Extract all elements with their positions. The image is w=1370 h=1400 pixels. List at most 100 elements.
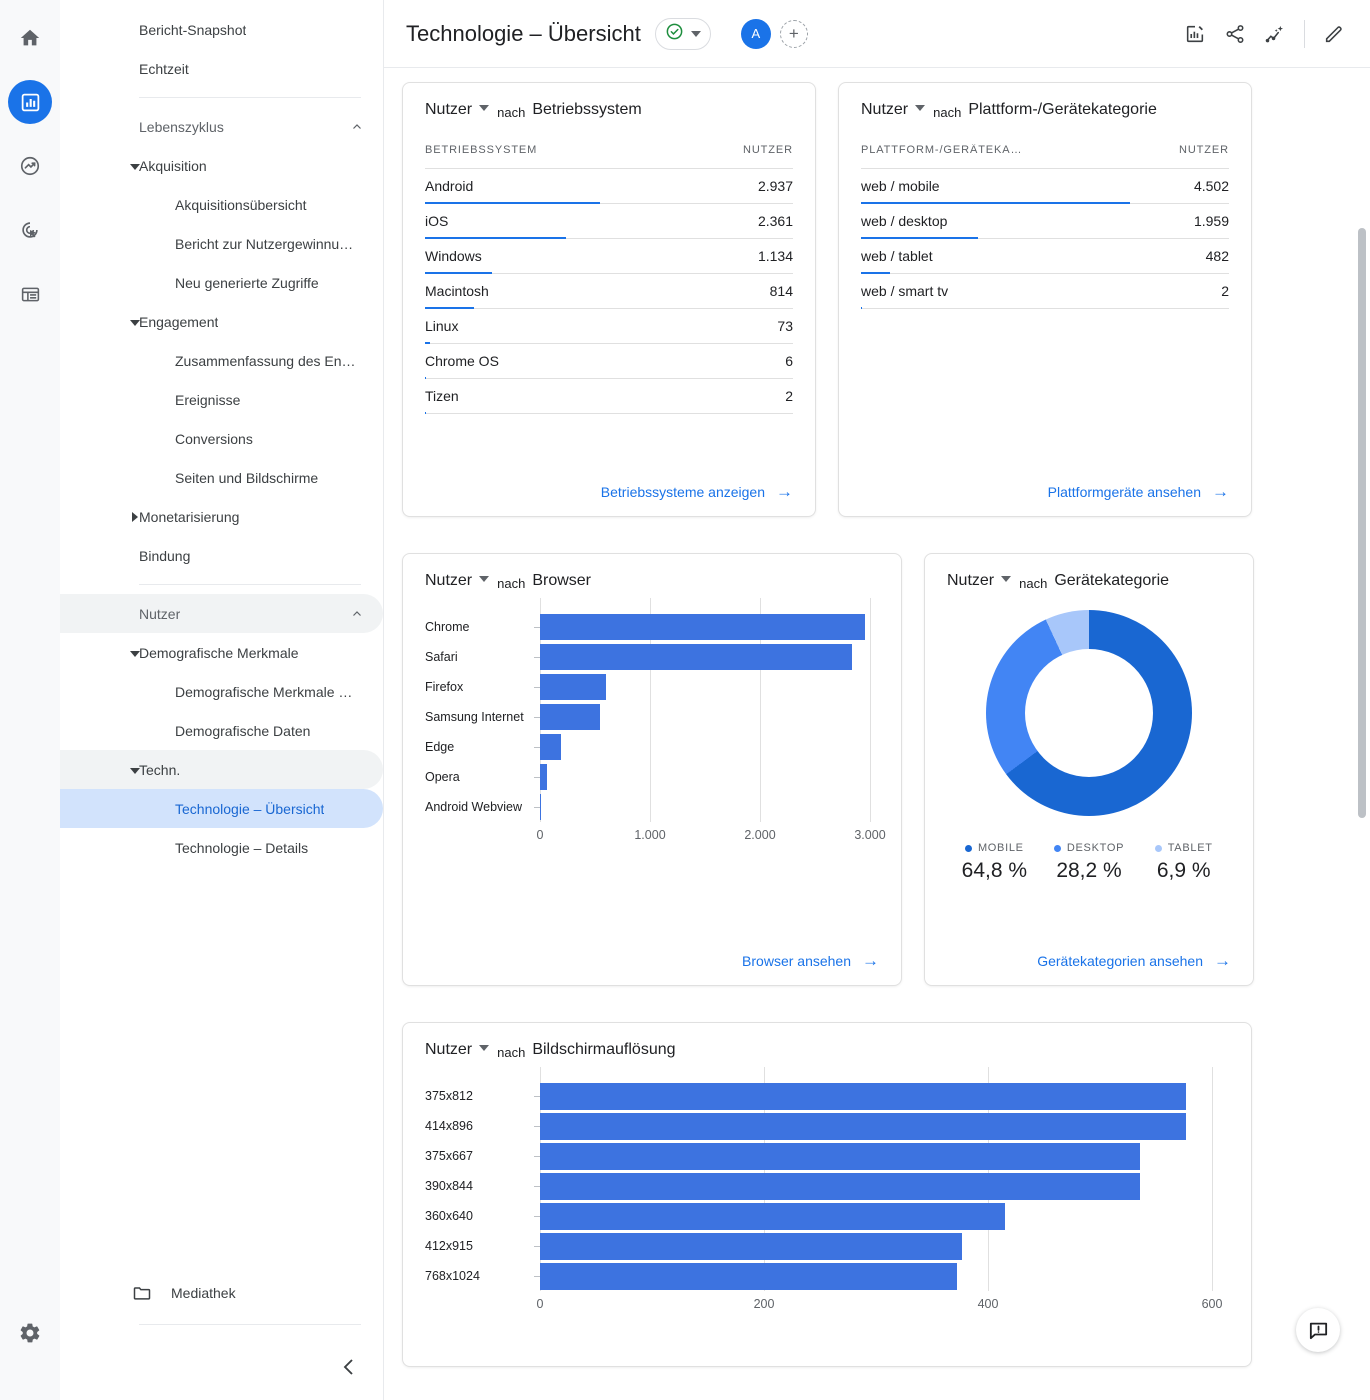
sidebar-item-bericht-snapshot[interactable]: Bericht-Snapshot	[60, 10, 383, 49]
link-label: Plattformgeräte ansehen	[1047, 483, 1201, 500]
sidebar-group-lebenszyklus[interactable]: Lebenszyklus	[60, 107, 383, 146]
gridline	[870, 598, 871, 822]
card-platform-device-category: Nutzer nach Plattform-/Gerätekategorie P…	[838, 82, 1252, 517]
bar-row[interactable]: 768x1024	[425, 1261, 1212, 1291]
bar-row[interactable]: Firefox	[425, 672, 870, 702]
explore-trending-icon[interactable]	[8, 144, 52, 188]
sidebar-item-echtzeit[interactable]: Echtzeit	[60, 49, 383, 88]
bar-category-label: Samsung Internet	[425, 709, 524, 724]
view-browsers-link[interactable]: Browser ansehen →	[742, 952, 879, 969]
feedback-bubble-icon[interactable]	[1296, 1308, 1340, 1352]
cell-value: 73	[777, 318, 793, 334]
cell-value: 2	[1221, 283, 1229, 299]
advertising-target-icon[interactable]	[8, 208, 52, 252]
bar-row[interactable]: 412x915	[425, 1231, 1212, 1261]
legend-item[interactable]: MOBILE 64,8 %	[947, 842, 1042, 883]
bar-row[interactable]: 414x896	[425, 1111, 1212, 1141]
view-platform-devices-link[interactable]: Plattformgeräte ansehen →	[1048, 483, 1229, 500]
nav-items: Bericht-Snapshot Echtzeit Lebenszyklus A…	[60, 0, 383, 867]
sidebar-item-demografische-merkmale[interactable]: Demografische Merkmale	[60, 633, 383, 672]
bar-fill	[540, 1262, 957, 1290]
table-row[interactable]: web / mobile 4.502	[861, 169, 1229, 204]
configure-list-icon[interactable]	[8, 272, 52, 316]
sidebar-item-zusammenfassung-engagement[interactable]: Zusammenfassung des En…	[60, 341, 383, 380]
sidebar-item-conversions[interactable]: Conversions	[60, 419, 383, 458]
table-row[interactable]: web / smart tv 2	[861, 274, 1229, 309]
table-row[interactable]: Macintosh 814	[425, 274, 793, 309]
edit-pencil-icon[interactable]	[1314, 14, 1354, 54]
table-row[interactable]: web / desktop 1.959	[861, 204, 1229, 239]
table-row[interactable]: Chrome OS 6	[425, 344, 793, 379]
table-row[interactable]: iOS 2.361	[425, 204, 793, 239]
avatar[interactable]: A	[740, 18, 771, 49]
bar-row[interactable]: 360x640	[425, 1201, 1212, 1231]
row-bar	[861, 307, 862, 309]
table-row[interactable]: Android 2.937	[425, 169, 793, 204]
dimension-name: Betriebssystem	[532, 101, 642, 118]
bar-row[interactable]: 375x812	[425, 1081, 1212, 1111]
sidebar-item-technologie-uebersicht[interactable]: Technologie – Übersicht	[60, 789, 383, 828]
metric-selector-platform[interactable]: Nutzer	[861, 101, 926, 119]
metric-selector-resolution[interactable]: Nutzer	[425, 1041, 490, 1059]
sidebar-item-neu-generierte-zugriffe[interactable]: Neu generierte Zugriffe	[60, 263, 383, 302]
bar-row[interactable]: 390x844	[425, 1171, 1212, 1201]
sidebar-item-nutzergewinnung[interactable]: Bericht zur Nutzergewinnu…	[60, 224, 383, 263]
sidebar-item-demografische-merkmale-uebersicht[interactable]: Demografische Merkmale …	[60, 672, 383, 711]
add-user-button[interactable]: +	[779, 19, 808, 48]
settings-gear-icon[interactable]	[8, 1311, 52, 1355]
bar-row[interactable]: Android Webview	[425, 792, 870, 822]
sidebar-group-nutzer[interactable]: Nutzer	[60, 594, 383, 633]
bar-category-label: Android Webview	[425, 799, 523, 814]
bar-row[interactable]: Edge	[425, 732, 870, 762]
bar-fill	[540, 1082, 1187, 1110]
insights-edit-icon[interactable]	[1175, 14, 1215, 54]
sidebar-item-technologie-details[interactable]: Technologie – Details	[60, 828, 383, 867]
sidebar-item-seiten-und-bildschirme[interactable]: Seiten und Bildschirme	[60, 458, 383, 497]
table-row[interactable]: web / tablet 482	[861, 239, 1229, 274]
bar-row[interactable]: Opera	[425, 762, 870, 792]
reports-bar-chart-icon[interactable]	[8, 80, 52, 124]
view-operating-systems-link[interactable]: Betriebssysteme anzeigen →	[601, 483, 793, 500]
legend-item[interactable]: DESKTOP 28,2 %	[1042, 842, 1137, 883]
table-row[interactable]: Linux 73	[425, 309, 793, 344]
data-status-chip[interactable]	[654, 17, 711, 50]
sidebar-item-ereignisse[interactable]: Ereignisse	[60, 380, 383, 419]
bar-fill	[540, 1172, 1141, 1200]
bar-category-label: Safari	[425, 649, 458, 664]
sidebar-item-akquisition[interactable]: Akquisition	[60, 146, 383, 185]
sidebar-item-label: Ereignisse	[175, 391, 241, 408]
insights-sparkle-icon[interactable]	[1255, 14, 1295, 54]
bar-row[interactable]: Chrome	[425, 612, 870, 642]
metric-selector-browser[interactable]: Nutzer	[425, 572, 490, 590]
table-row[interactable]: Tizen 2	[425, 379, 793, 414]
sidebar-item-demografische-daten[interactable]: Demografische Daten	[60, 711, 383, 750]
view-device-categories-link[interactable]: Gerätekategorien ansehen →	[1037, 952, 1231, 969]
share-icon[interactable]	[1215, 14, 1255, 54]
bar-row[interactable]: 375x667	[425, 1141, 1212, 1171]
table-row[interactable]: Windows 1.134	[425, 239, 793, 274]
cell-dimension: web / desktop	[861, 213, 948, 229]
sidebar-item-mediathek[interactable]: Mediathek	[60, 1271, 383, 1315]
sidebar-item-techn[interactable]: Techn.	[60, 750, 383, 789]
collapse-chevron-left-icon[interactable]	[337, 1355, 361, 1379]
home-icon[interactable]	[8, 16, 52, 60]
sidebar-group-label: Lebenszyklus	[139, 118, 224, 135]
sidebar-item-engagement[interactable]: Engagement	[60, 302, 383, 341]
sidebar-item-monetarisierung[interactable]: Monetarisierung	[60, 497, 383, 536]
bar-row[interactable]: Safari	[425, 642, 870, 672]
legend-item[interactable]: TABLET 6,9 %	[1136, 842, 1231, 883]
sidebar-item-akquisitionsuebersicht[interactable]: Akquisitionsübersicht	[60, 185, 383, 224]
card-row-2: Nutzer nach Browser Chrome Safari Firefox S…	[402, 553, 1352, 986]
chevron-down-icon	[479, 105, 490, 111]
card-device-category: Nutzer nach Gerätekategorie MOBILE 64,8 %…	[924, 553, 1254, 986]
bar-category-label: 360x640	[425, 1208, 473, 1223]
bar-row[interactable]: Samsung Internet	[425, 702, 870, 732]
sidebar-item-label: Akquisitionsübersicht	[175, 196, 307, 213]
cell-value: 814	[769, 283, 793, 299]
table-header: PLATTFORM-/GERÄTEKA… NUTZER	[861, 144, 1229, 169]
metric-selector-os[interactable]: Nutzer	[425, 101, 490, 119]
content-scrollbar[interactable]	[1356, 68, 1367, 1400]
metric-selector-device[interactable]: Nutzer	[947, 572, 1012, 590]
sidebar-item-bindung[interactable]: Bindung	[60, 536, 383, 575]
scrollbar-thumb[interactable]	[1358, 228, 1366, 818]
